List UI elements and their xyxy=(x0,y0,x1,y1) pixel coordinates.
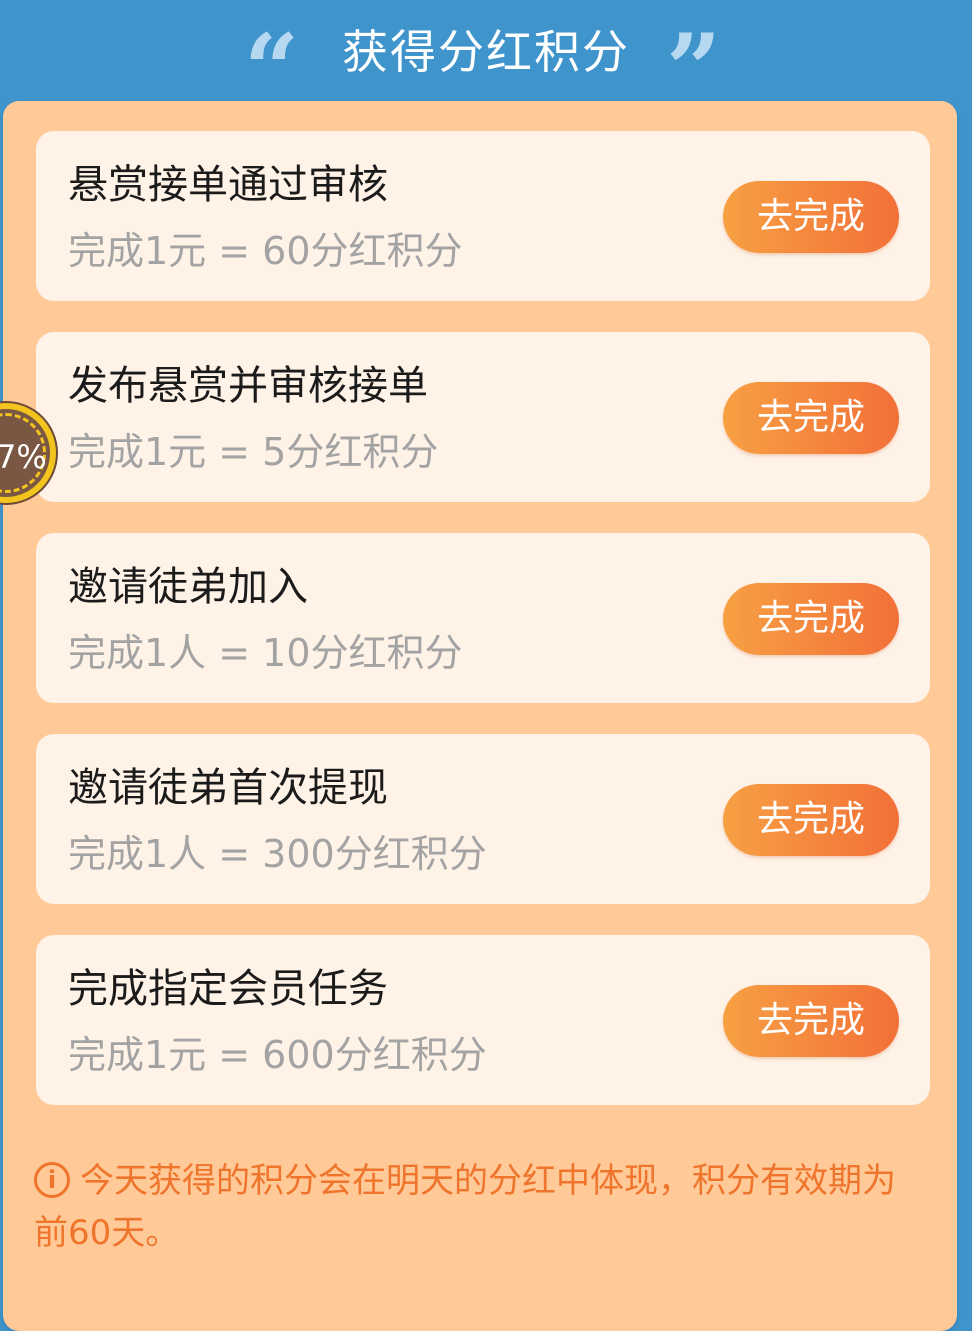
task-title: 邀请徒弟首次提现 xyxy=(68,765,388,811)
task-card-member-task: 完成指定会员任务 完成1元 = 600分红积分 去完成 xyxy=(36,935,930,1105)
task-reward: 完成1人 = 300分红积分 xyxy=(68,832,487,876)
task-card-review-orders: 悬赏接单通过审核 完成1元 = 60分红积分 去完成 xyxy=(36,131,930,301)
go-complete-button[interactable]: 去完成 xyxy=(723,181,899,253)
task-title: 完成指定会员任务 xyxy=(68,966,388,1012)
go-complete-button[interactable]: 去完成 xyxy=(723,985,899,1057)
task-panel: 悬赏接单通过审核 完成1元 = 60分红积分 去完成 发布悬赏并审核接单 完成1… xyxy=(3,101,957,1331)
task-reward: 完成1元 = 60分红积分 xyxy=(68,229,463,273)
task-title: 发布悬赏并审核接单 xyxy=(68,363,428,409)
header: “ 获得分红积分 ” xyxy=(0,0,972,118)
task-title: 悬赏接单通过审核 xyxy=(68,162,388,208)
task-reward: 完成1元 = 600分红积分 xyxy=(68,1033,487,1077)
notice-text-block: i 今天获得的积分会在明天的分红中体现，积分有效期为前60天。 xyxy=(34,1155,924,1259)
task-card-apprentice-withdraw: 邀请徒弟首次提现 完成1人 = 300分红积分 去完成 xyxy=(36,734,930,904)
task-title: 邀请徒弟加入 xyxy=(68,564,308,610)
task-reward: 完成1人 = 10分红积分 xyxy=(68,631,463,675)
task-card-publish-reward: 发布悬赏并审核接单 完成1元 = 5分红积分 去完成 xyxy=(36,332,930,502)
info-icon: i xyxy=(34,1162,70,1198)
task-card-invite-apprentice: 邀请徒弟加入 完成1人 = 10分红积分 去完成 xyxy=(36,533,930,703)
go-complete-button[interactable]: 去完成 xyxy=(723,784,899,856)
task-reward: 完成1元 = 5分红积分 xyxy=(68,430,439,474)
notice-text: 今天获得的积分会在明天的分红中体现，积分有效期为前60天。 xyxy=(34,1161,896,1253)
go-complete-button[interactable]: 去完成 xyxy=(723,382,899,454)
progress-percent: 7% xyxy=(0,438,47,476)
page-title: 获得分红积分 xyxy=(342,25,630,79)
go-complete-button[interactable]: 去完成 xyxy=(723,583,899,655)
